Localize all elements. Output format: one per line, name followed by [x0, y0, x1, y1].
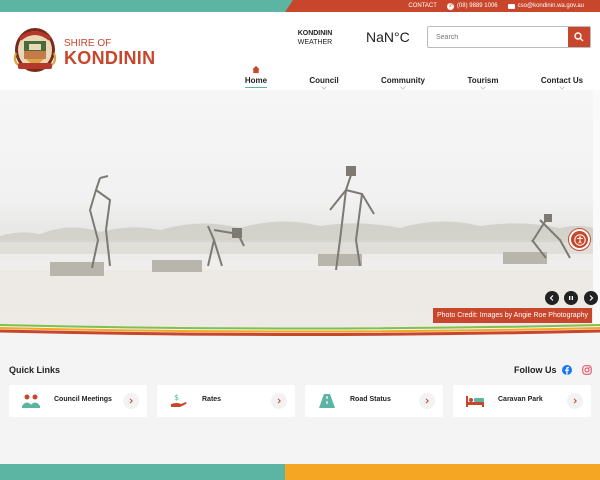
quick-link-arrow	[419, 393, 435, 409]
weather-caption: WEATHER	[297, 39, 333, 46]
nav-item-community[interactable]: Community	[374, 64, 432, 90]
main-navigation: Home Council Community Tourism Contact U…	[0, 64, 600, 90]
contact-strip: CONTACT ✆ (08) 9889 1006 cso@kondinin.wa…	[285, 0, 600, 12]
photo-credit: Photo Credit: Images by Angie Roe Photog…	[433, 308, 592, 323]
chevron-right-icon	[425, 398, 429, 404]
email-link[interactable]: cso@kondinin.wa.gov.au	[507, 3, 584, 9]
nav-label: Community	[381, 76, 425, 85]
site-header: SHIRE OF KONDININ KONDININ WEATHER NaN°C…	[0, 12, 600, 90]
nav-item-council[interactable]: Council	[302, 64, 346, 90]
footer-band-orange	[285, 464, 600, 480]
hand-money-icon: $	[171, 393, 187, 407]
nav-item-home[interactable]: Home	[238, 64, 274, 88]
chevron-right-icon	[129, 398, 133, 404]
nav-label: Council	[309, 76, 339, 85]
search-icon	[574, 32, 584, 42]
nav-item-contact-us[interactable]: Contact Us	[534, 64, 590, 90]
search-input[interactable]	[428, 27, 569, 47]
hero-slideshow	[0, 90, 593, 340]
instagram-icon[interactable]	[582, 365, 592, 375]
accessibility-icon	[573, 233, 586, 246]
quick-link-arrow	[123, 393, 139, 409]
facebook-icon[interactable]	[562, 365, 572, 375]
accessibility-button[interactable]	[569, 229, 590, 250]
active-underline	[245, 87, 267, 88]
weather-location: KONDININ	[297, 30, 333, 37]
quick-link-arrow	[271, 393, 287, 409]
quick-link-road-status[interactable]: Road Status	[305, 385, 443, 417]
quick-links-title: Quick Links	[9, 365, 61, 375]
chevron-right-icon	[277, 398, 281, 404]
phone-icon: ✆	[446, 2, 454, 10]
chevron-right-icon	[573, 398, 577, 404]
email-address: cso@kondinin.wa.gov.au	[517, 3, 584, 9]
search-button[interactable]	[568, 27, 590, 47]
quick-link-rates[interactable]: $ Rates	[157, 385, 295, 417]
quick-link-council-meetings[interactable]: Council Meetings	[9, 385, 147, 417]
pause-icon	[569, 296, 573, 300]
follow-us-label: Follow Us	[514, 365, 557, 375]
quick-link-caravan-park[interactable]: Caravan Park	[453, 385, 591, 417]
hero-photo-salt-lake-sculptures	[0, 166, 593, 340]
contact-link[interactable]: CONTACT	[408, 3, 437, 9]
chevron-left-icon	[549, 295, 554, 301]
quick-link-label: Caravan Park	[498, 396, 543, 403]
nav-label: Home	[244, 76, 268, 85]
quick-link-label: Rates	[202, 396, 222, 403]
mail-icon	[507, 3, 515, 9]
quick-link-label: Road Status	[350, 396, 391, 403]
chevron-right-icon	[589, 295, 594, 301]
slide-next-button[interactable]	[584, 291, 598, 305]
slide-prev-button[interactable]	[545, 291, 559, 305]
bed-icon	[466, 396, 484, 407]
quick-link-arrow	[567, 393, 583, 409]
weather-temperature: NaN°C	[366, 29, 410, 45]
home-icon	[252, 65, 260, 74]
svg-text:$: $	[174, 393, 179, 402]
decorative-stripes	[0, 324, 600, 340]
nav-label: Tourism	[467, 76, 499, 85]
quick-link-label: Council Meetings	[54, 396, 112, 403]
slide-pause-button[interactable]	[564, 291, 578, 305]
weather-widget-label: KONDININ WEATHER	[292, 29, 338, 47]
phone-link[interactable]: ✆ (08) 9889 1006	[446, 2, 498, 10]
people-icon	[22, 394, 40, 408]
nav-item-tourism[interactable]: Tourism	[460, 64, 506, 90]
road-icon	[319, 394, 335, 408]
search-box	[427, 26, 591, 48]
phone-number: (08) 9889 1006	[456, 3, 498, 9]
nav-label: Contact Us	[540, 76, 584, 85]
